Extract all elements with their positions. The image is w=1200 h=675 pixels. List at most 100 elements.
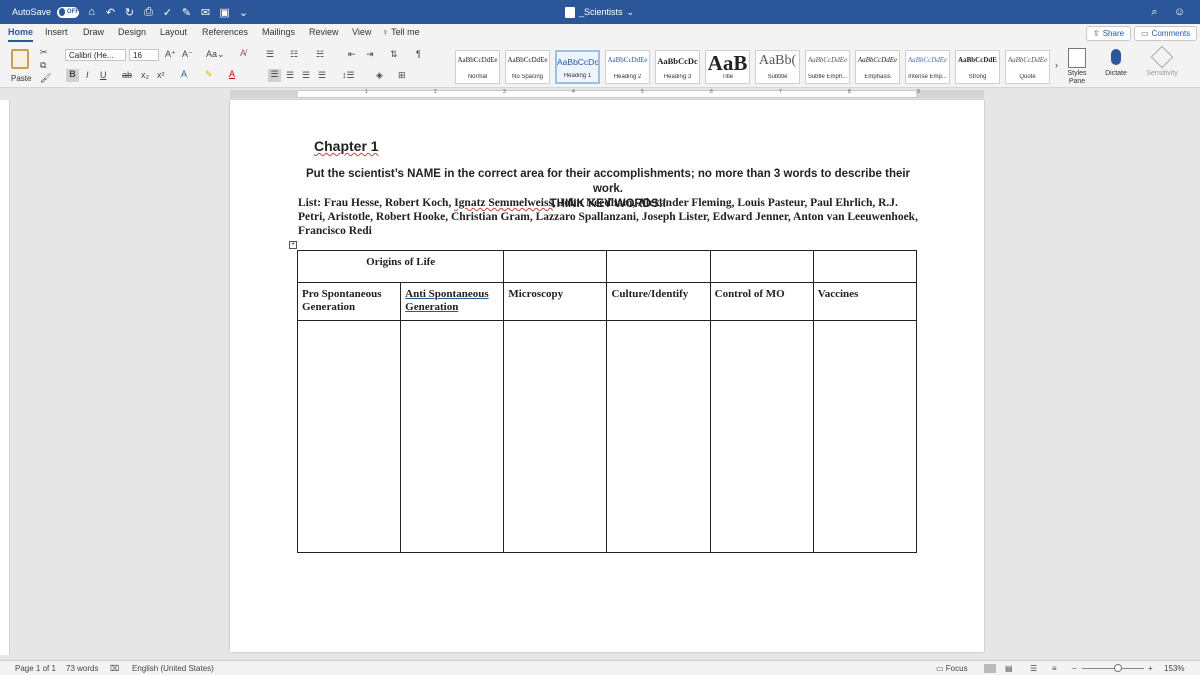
redo-icon[interactable]: ↻ bbox=[123, 6, 136, 19]
vertical-ruler[interactable] bbox=[0, 100, 10, 655]
tab-review[interactable]: Review bbox=[309, 27, 339, 37]
table-cell[interactable] bbox=[812, 250, 918, 283]
justify-icon[interactable]: ☰ bbox=[318, 70, 326, 81]
pilcrow-icon[interactable]: ¶ bbox=[416, 49, 421, 59]
change-case-icon[interactable]: Aa⌄ bbox=[206, 49, 225, 60]
zoom-in-icon[interactable]: + bbox=[1148, 664, 1153, 673]
customize-toolbar-icon[interactable]: ⌄ bbox=[237, 6, 250, 19]
shading-icon[interactable]: ◈ bbox=[376, 70, 383, 81]
style-emphasis[interactable]: AaBbCcDdEe Emphasis bbox=[855, 50, 900, 84]
line-spacing-icon[interactable]: ↕☰ bbox=[342, 70, 355, 81]
tab-view[interactable]: View bbox=[352, 27, 371, 37]
proofing-icon[interactable]: ⌧ bbox=[110, 664, 119, 673]
align-left-icon[interactable]: ☰ bbox=[268, 69, 281, 82]
column-header[interactable]: Control of MO bbox=[709, 282, 814, 321]
strikethrough-icon[interactable]: ab bbox=[122, 70, 132, 80]
print-layout-icon[interactable] bbox=[984, 664, 996, 673]
style-subtle-emphasis[interactable]: AaBbCcDdEe Subtle Emph... bbox=[805, 50, 850, 84]
search-icon[interactable]: ⌕ bbox=[1148, 6, 1161, 19]
table-cell[interactable] bbox=[812, 320, 918, 553]
subscript-icon[interactable]: x₂ bbox=[141, 70, 149, 80]
numbering-icon[interactable]: ☷ bbox=[290, 49, 298, 60]
style-subtitle[interactable]: AaBb( Subtitle bbox=[755, 50, 800, 84]
zoom-level[interactable]: 153% bbox=[1164, 664, 1184, 673]
comments-button[interactable]: ▭ Comments bbox=[1134, 26, 1198, 41]
tab-mailings[interactable]: Mailings bbox=[262, 27, 295, 37]
clear-formatting-icon[interactable]: A̸ bbox=[240, 48, 246, 58]
zoom-slider[interactable] bbox=[1082, 664, 1144, 672]
tell-me[interactable]: ♀ Tell me bbox=[382, 27, 420, 37]
multilevel-list-icon[interactable]: ☵ bbox=[316, 49, 324, 60]
origins-header[interactable]: Origins of Life bbox=[296, 250, 505, 283]
style-normal[interactable]: AaBbCcDdEe Normal bbox=[455, 50, 500, 84]
decrease-indent-icon[interactable]: ⇤ bbox=[348, 49, 356, 60]
word-count[interactable]: 73 words bbox=[66, 664, 98, 673]
tab-references[interactable]: References bbox=[202, 27, 248, 37]
table-cell[interactable] bbox=[709, 250, 814, 283]
font-color-icon[interactable]: A bbox=[229, 69, 235, 79]
format-painter-icon[interactable]: 🖌 bbox=[40, 73, 51, 84]
styles-pane-button[interactable]: Styles Pane bbox=[1064, 46, 1090, 86]
increase-indent-icon[interactable]: ⇥ bbox=[366, 49, 374, 60]
sort-icon[interactable]: ⇅ bbox=[390, 49, 398, 60]
superscript-icon[interactable]: x² bbox=[157, 70, 165, 80]
column-header[interactable]: Vaccines bbox=[812, 282, 918, 321]
table-cell[interactable] bbox=[400, 320, 505, 553]
table-cell[interactable] bbox=[606, 250, 711, 283]
save-icon[interactable]: ▣ bbox=[218, 6, 231, 19]
dictate-button[interactable]: Dictate bbox=[1102, 46, 1130, 86]
styles-gallery-more-icon[interactable]: › bbox=[1055, 60, 1058, 70]
column-header[interactable]: Culture/Identify bbox=[606, 282, 711, 321]
page-count[interactable]: Page 1 of 1 bbox=[15, 664, 56, 673]
style-intense-emphasis[interactable]: AaBbCcDdEe Intense Emp... bbox=[905, 50, 950, 84]
font-name-select[interactable]: Calibri (He... bbox=[65, 49, 126, 61]
table-cell[interactable] bbox=[709, 320, 814, 553]
table-cell[interactable] bbox=[503, 320, 608, 553]
tab-draw[interactable]: Draw bbox=[83, 27, 104, 37]
bullets-icon[interactable]: ☰ bbox=[266, 49, 274, 60]
table-cell[interactable] bbox=[606, 320, 711, 553]
account-icon[interactable]: ☺ bbox=[1173, 6, 1186, 19]
zoom-out-icon[interactable]: − bbox=[1072, 664, 1077, 673]
grow-font-icon[interactable]: A⁺ bbox=[165, 49, 176, 60]
shrink-font-icon[interactable]: A⁻ bbox=[182, 49, 193, 60]
copy-icon[interactable]: ⧉ bbox=[40, 60, 46, 71]
table-move-handle[interactable]: + bbox=[289, 241, 297, 249]
tab-insert[interactable]: Insert bbox=[45, 27, 68, 37]
sensitivity-button[interactable]: Sensitivity bbox=[1142, 45, 1182, 86]
column-header[interactable]: Pro Spontaneous Generation bbox=[296, 282, 402, 321]
cut-icon[interactable]: ✂ bbox=[40, 47, 48, 58]
email-icon[interactable]: ✉ bbox=[199, 6, 212, 19]
language[interactable]: English (United States) bbox=[132, 664, 214, 673]
document-page[interactable]: Chapter 1 Put the scientist’s NAME in th… bbox=[230, 100, 984, 652]
web-layout-icon[interactable]: ▤ bbox=[1005, 664, 1013, 673]
style-title[interactable]: AaB Title bbox=[705, 50, 750, 84]
tab-home[interactable]: Home bbox=[8, 27, 34, 42]
outline-icon[interactable]: ☰ bbox=[1030, 664, 1037, 673]
table-cell[interactable] bbox=[296, 320, 402, 553]
edit-icon[interactable]: ✎ bbox=[180, 6, 193, 19]
italic-icon[interactable]: I bbox=[86, 70, 89, 80]
style-heading-2[interactable]: AaBbCcDdEe Heading 2 bbox=[605, 50, 650, 84]
style-no-spacing[interactable]: AaBbCcDdEe No Spacing bbox=[505, 50, 550, 84]
home-icon[interactable]: ⌂ bbox=[85, 6, 98, 19]
spelling-icon[interactable]: ✓ bbox=[161, 6, 174, 19]
document-title[interactable]: _Scientists ⌄ bbox=[565, 0, 634, 24]
underline-icon[interactable]: U bbox=[100, 70, 107, 80]
paste-button[interactable]: Paste bbox=[8, 47, 34, 85]
highlight-icon[interactable]: ✎ bbox=[205, 69, 213, 80]
tab-design[interactable]: Design bbox=[118, 27, 146, 37]
style-heading-1[interactable]: AaBbCcDc Heading 1 bbox=[555, 50, 600, 84]
share-button[interactable]: ⇪ Share bbox=[1086, 26, 1132, 41]
column-header[interactable]: Anti Spontaneous Generation bbox=[400, 282, 505, 321]
bold-icon[interactable]: B bbox=[66, 69, 79, 82]
draft-icon[interactable]: ≡ bbox=[1052, 664, 1057, 673]
focus-button[interactable]: ▭ Focus bbox=[936, 664, 968, 673]
undo-icon[interactable]: ↶ bbox=[104, 6, 117, 19]
align-center-icon[interactable]: ☰ bbox=[286, 70, 294, 81]
font-size-select[interactable]: 16 bbox=[129, 49, 159, 61]
text-effects-icon[interactable]: A bbox=[181, 69, 187, 79]
horizontal-ruler[interactable]: 1 2 3 4 5 6 7 8 9 bbox=[0, 88, 1200, 100]
tab-layout[interactable]: Layout bbox=[160, 27, 187, 37]
column-header[interactable]: Microscopy bbox=[503, 282, 608, 321]
